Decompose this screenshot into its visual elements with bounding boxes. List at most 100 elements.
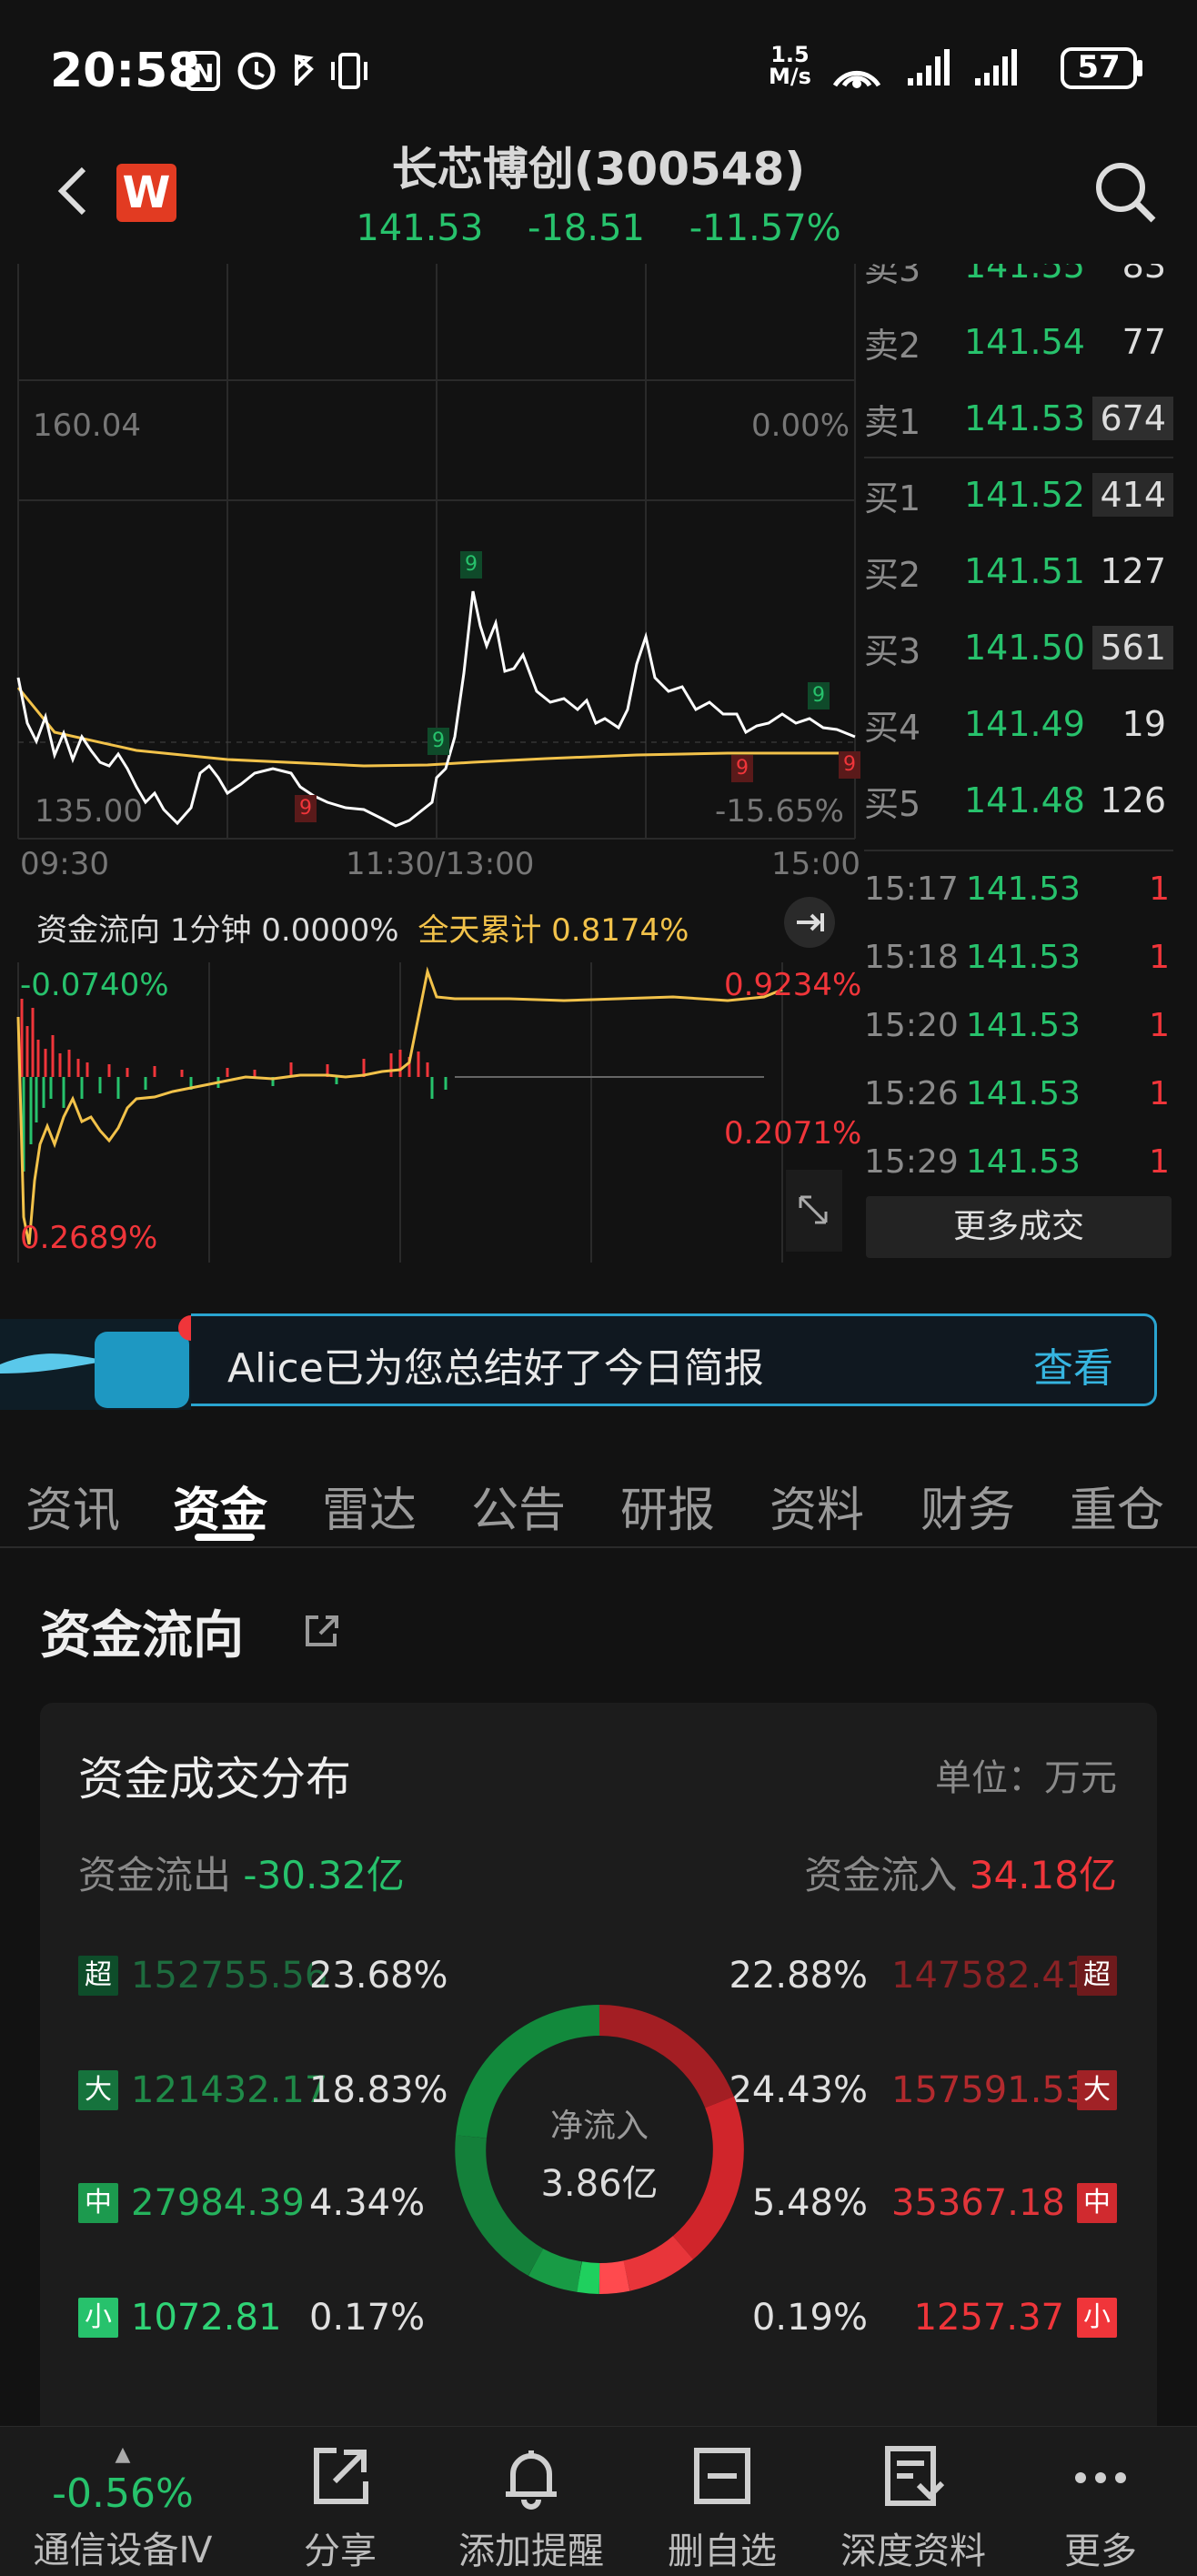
price-change-pct: -11.57% xyxy=(689,207,841,249)
donut-slice-inflow-small xyxy=(598,2260,630,2294)
tick-row: 15:20 141.53 1 xyxy=(864,1007,1170,1044)
arrow-collapse-icon xyxy=(797,913,824,931)
signal-marker: 9 xyxy=(295,795,317,822)
chart-high-pct: 0.00% xyxy=(751,408,850,444)
ai-summary-banner[interactable]: Alice已为您总结好了今日简报 查看 xyxy=(0,1310,1197,1412)
signal-marker: 9 xyxy=(839,751,860,779)
section-title: 资金流向 xyxy=(40,1606,244,1665)
clock: 20:58 xyxy=(50,44,201,98)
signal-marker: 9 xyxy=(428,728,449,755)
chart-low-price: 135.00 xyxy=(35,793,143,830)
order-book-clip xyxy=(864,227,1178,264)
flow-top-left: -0.0740% xyxy=(20,967,169,1003)
inflow-row-medium: 5.48% 35367.18 中 xyxy=(752,2176,1117,2230)
flow-value: 0.0000% xyxy=(261,912,399,949)
flow-interval: 1分钟 xyxy=(169,912,252,949)
inflow-row-small: 0.19% 1257.37 小 xyxy=(752,2290,1117,2345)
donut-slice-inflow-medium xyxy=(622,2235,694,2291)
stock-title: 长芯博创(300548) xyxy=(391,143,806,196)
tab-capital[interactable]: 资金 xyxy=(173,1472,267,1540)
tick-row: 15:29 141.53 1 xyxy=(864,1143,1170,1181)
net-speed: 1.5 M/s xyxy=(769,42,811,89)
chart-time-end: 15:00 xyxy=(771,846,860,882)
order-book-row: 卖2 141.54 77 xyxy=(864,322,1166,366)
donut-slice-inflow-super xyxy=(598,2005,734,2108)
share-button[interactable]: 分享 xyxy=(249,2443,431,2574)
flow-bottom-left: 0.2689% xyxy=(20,1220,158,1256)
flow-donut-chart[interactable] xyxy=(449,1999,749,2299)
card-unit: 单位：万元 xyxy=(935,1757,1117,1799)
flow-top-right: 0.9234% xyxy=(724,967,862,1003)
signal-marker: 9 xyxy=(460,551,482,579)
tab-radar[interactable]: 雷达 xyxy=(322,1472,417,1540)
tab-divider xyxy=(0,1546,1197,1548)
bottom-bar: ▲ -0.56% 通信设备Ⅳ 分享 添加提醒 删自选 深度资料 更多 xyxy=(0,2426,1197,2576)
outflow-row-super: 超 152755.56 23.68% xyxy=(78,1948,448,2003)
chart-low-pct: -15.65% xyxy=(715,793,844,830)
signal-marker: 9 xyxy=(731,755,753,782)
flow-mid-right: 0.2071% xyxy=(724,1115,862,1152)
outflow-summary: 资金流出 -30.32亿 xyxy=(78,1853,405,1897)
collapse-button[interactable] xyxy=(784,897,835,948)
tab-indicator xyxy=(195,1534,255,1541)
banner-text: Alice已为您总结好了今日简报 xyxy=(227,1345,764,1392)
outflow-row-small: 小 1072.81 0.17% xyxy=(78,2290,425,2345)
capital-flow-chart[interactable]: -0.0740% 0.9234% 0.2071% 0.2689% xyxy=(0,962,864,1263)
expand-icon xyxy=(799,1195,828,1224)
bell-icon xyxy=(506,2450,557,2510)
add-alert-button[interactable]: 添加提醒 xyxy=(440,2443,622,2574)
more-button[interactable]: 更多 xyxy=(1010,2443,1192,2574)
status-icons: N xyxy=(186,51,367,91)
tab-news[interactable]: 资讯 xyxy=(25,1472,120,1540)
donut-value: 3.86亿 xyxy=(540,2163,659,2205)
more-icon xyxy=(1075,2472,1126,2483)
tab-profile[interactable]: 资料 xyxy=(770,1472,864,1540)
chart-time-start: 09:30 xyxy=(20,846,109,882)
remove-watch-icon xyxy=(694,2448,750,2504)
order-book-row: 买4 141.49 19 xyxy=(864,704,1166,748)
svg-text:N: N xyxy=(193,58,214,88)
flow-cum-value: 0.8174% xyxy=(551,912,689,949)
banner-view-link[interactable]: 查看 xyxy=(1033,1335,1113,1394)
caret-up-icon: ▲ xyxy=(115,2443,131,2466)
search-icon[interactable] xyxy=(1091,158,1159,226)
external-link-icon[interactable] xyxy=(300,1608,344,1652)
battery-level: 57 xyxy=(1077,49,1121,86)
remove-watchlist-button[interactable]: 删自选 xyxy=(631,2443,813,2574)
order-book-row: 买5 141.48 126 xyxy=(864,780,1166,824)
last-price: 141.53 xyxy=(356,207,484,249)
inflow-summary: 资金流入 34.18亿 xyxy=(804,1853,1117,1897)
tab-research[interactable]: 研报 xyxy=(620,1472,715,1540)
sector-quote[interactable]: ▲ -0.56% 通信设备Ⅳ xyxy=(9,2443,236,2573)
status-bar: 20:58 N 1.5 M/s 57 xyxy=(0,0,1197,136)
capital-flow-svg xyxy=(16,962,783,1263)
flow-cum-label: 全天累计 xyxy=(417,912,542,949)
price-change: -18.51 xyxy=(528,207,645,249)
donut-label: 净流入 xyxy=(549,2108,649,2145)
order-book-row: 卖1 141.53 674 xyxy=(864,380,1173,457)
tab-finance[interactable]: 财务 xyxy=(920,1472,1015,1540)
tick-row: 15:18 141.53 1 xyxy=(864,939,1170,976)
tick-row: 15:26 141.53 1 xyxy=(864,1075,1170,1112)
expand-button[interactable] xyxy=(786,1170,842,1252)
report-icon xyxy=(885,2446,945,2506)
flow-header: 资金流向 1分钟 0.0000% 全天累计 0.8174% xyxy=(36,905,689,950)
flow-title: 资金流向 xyxy=(36,912,160,949)
donut-slice-outflow-small xyxy=(577,2261,600,2294)
chart-time-mid: 11:30/13:00 xyxy=(346,846,535,882)
inflow-row-super: 22.88% 147582.41 超 xyxy=(729,1948,1117,2003)
tab-announcement[interactable]: 公告 xyxy=(471,1472,566,1540)
tick-row: 15:17 141.53 1 xyxy=(864,870,1170,908)
detail-tabs: 资讯 资金 雷达 公告 研报 资料 财务 重仓 xyxy=(0,1455,1197,1548)
banner-art-icon xyxy=(0,1315,191,1410)
order-book-row: 买1 141.52 414 xyxy=(864,457,1173,533)
intraday-chart[interactable]: 160.04 0.00% 135.00 -15.65% 09:30 11:30/… xyxy=(0,264,864,901)
more-trades-button[interactable]: 更多成交 xyxy=(866,1196,1172,1258)
outflow-row-medium: 中 27984.39 4.34% xyxy=(78,2176,425,2230)
donut-slice-outflow-medium xyxy=(528,2248,582,2292)
deep-report-button[interactable]: 深度资料 xyxy=(822,2443,1004,2574)
share-icon xyxy=(314,2448,368,2504)
inflow-row-large: 24.43% 157591.53 大 xyxy=(729,2063,1117,2118)
tab-holdings[interactable]: 重仓 xyxy=(1070,1472,1164,1540)
order-book-divider xyxy=(864,850,1173,851)
